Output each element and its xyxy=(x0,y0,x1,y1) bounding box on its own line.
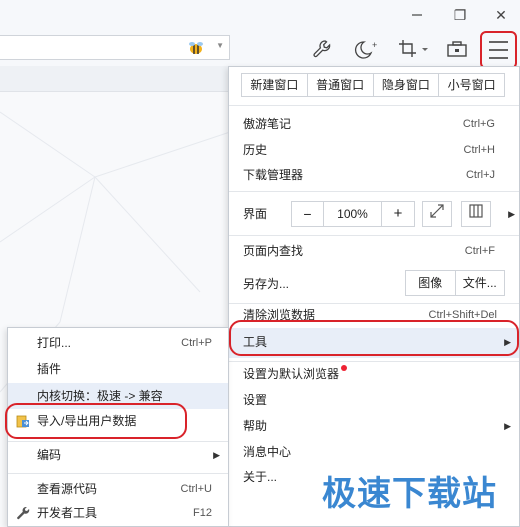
menu-item-messages[interactable]: 消息中心 xyxy=(243,443,291,461)
zoom-value: 100% xyxy=(324,202,382,226)
encoding-arrow-icon: ▶ xyxy=(213,450,220,460)
divider xyxy=(229,361,519,362)
menu-item-interface: 界面 xyxy=(243,207,268,221)
menu-item-history[interactable]: 历史 xyxy=(243,141,267,159)
view-source-shortcut: Ctrl+U xyxy=(180,483,212,495)
zoom-in-button[interactable]: + xyxy=(382,202,414,226)
notification-dot xyxy=(341,365,348,371)
divider xyxy=(229,105,519,106)
window-mode-buttons: 新建窗口 普通窗口 隐身窗口 小号窗口 xyxy=(241,73,505,97)
menu-item-about[interactable]: 关于... xyxy=(243,468,277,486)
normal-window-button[interactable]: 普通窗口 xyxy=(308,74,374,96)
devtools-wrench-icon xyxy=(17,506,30,520)
find-shortcut: Ctrl+F xyxy=(464,245,495,257)
minimize-button[interactable] xyxy=(404,4,430,26)
hamburger-icon xyxy=(489,41,508,59)
expand-icon xyxy=(430,204,444,218)
more-arrow-icon[interactable]: ▶ xyxy=(508,209,515,220)
close-button[interactable]: ✕ xyxy=(488,4,514,26)
address-bar[interactable]: ▼ xyxy=(0,35,230,60)
zoom-out-button[interactable]: − xyxy=(292,202,324,226)
submenu-item-dev-tools[interactable]: 开发者工具 xyxy=(37,504,97,522)
menu-item-set-default[interactable]: 设置为默认浏览器 xyxy=(243,365,348,383)
save-image-button[interactable]: 图像 xyxy=(406,271,456,295)
tools-submenu: 打印... Ctrl+P 插件 内核切换：极速 -> 兼容 导入/导出用户数据 … xyxy=(5,327,229,527)
incognito-window-button[interactable]: 隐身窗口 xyxy=(374,74,440,96)
submenu-item-print[interactable]: 打印... xyxy=(37,334,71,352)
main-menu-button[interactable] xyxy=(480,31,517,69)
submenu-item-view-source[interactable]: 查看源代码 xyxy=(37,480,97,498)
submenu-item-encoding[interactable]: 编码 xyxy=(37,446,61,464)
save-file-button[interactable]: 文件... xyxy=(456,271,505,295)
minimize-icon xyxy=(412,14,422,16)
history-shortcut: Ctrl+H xyxy=(463,144,495,156)
fullscreen-button[interactable] xyxy=(422,201,452,227)
submenu-item-plugins[interactable]: 插件 xyxy=(37,360,61,378)
tools-annotation-ring xyxy=(229,320,519,356)
menu-item-find[interactable]: 页面内查找 xyxy=(243,242,303,260)
print-shortcut: Ctrl+P xyxy=(181,337,212,349)
night-mode-icon[interactable]: + xyxy=(351,39,381,59)
main-menu: 新建窗口 普通窗口 隐身窗口 小号窗口 傲游笔记 Ctrl+G 历史 Ctrl+… xyxy=(228,66,520,527)
new-window-button[interactable]: 新建窗口 xyxy=(242,74,308,96)
toolbar: ▼ + xyxy=(0,30,520,66)
small-window-button[interactable]: 小号窗口 xyxy=(439,74,504,96)
import-export-annotation-ring xyxy=(5,403,187,439)
notes-shortcut: Ctrl+G xyxy=(462,118,495,130)
menu-item-help[interactable]: 帮助 xyxy=(243,417,267,435)
wrench-icon[interactable] xyxy=(312,39,332,59)
menu-item-save-as[interactable]: 另存为... xyxy=(243,275,289,293)
divider xyxy=(229,191,519,192)
divider xyxy=(8,473,228,474)
screenshot-icon[interactable] xyxy=(398,39,430,59)
dev-tools-shortcut: F12 xyxy=(193,507,212,519)
toolbox-icon[interactable] xyxy=(446,39,468,59)
save-as-buttons: 图像 文件... xyxy=(405,270,505,296)
menu-item-downloads[interactable]: 下载管理器 xyxy=(243,166,303,184)
columns-icon xyxy=(469,204,483,218)
divider xyxy=(229,235,519,236)
set-default-label: 设置为默认浏览器 xyxy=(243,367,340,381)
divider xyxy=(8,441,228,442)
title-bar: ❐ ✕ xyxy=(0,0,520,30)
watermark-logo: 极速下载站 xyxy=(322,474,497,514)
bee-icon xyxy=(189,42,203,54)
help-arrow-icon: ▶ xyxy=(504,421,511,431)
menu-item-settings[interactable]: 设置 xyxy=(243,391,267,409)
downloads-shortcut: Ctrl+J xyxy=(465,169,495,181)
zoom-control: − 100% + xyxy=(291,201,415,227)
svg-text:+: + xyxy=(372,40,377,50)
restore-button[interactable]: ❐ xyxy=(447,4,473,26)
layout-button[interactable] xyxy=(461,201,491,227)
divider xyxy=(229,303,519,304)
menu-item-notes[interactable]: 傲游笔记 xyxy=(243,115,291,133)
address-dropdown-icon[interactable]: ▼ xyxy=(216,41,224,50)
